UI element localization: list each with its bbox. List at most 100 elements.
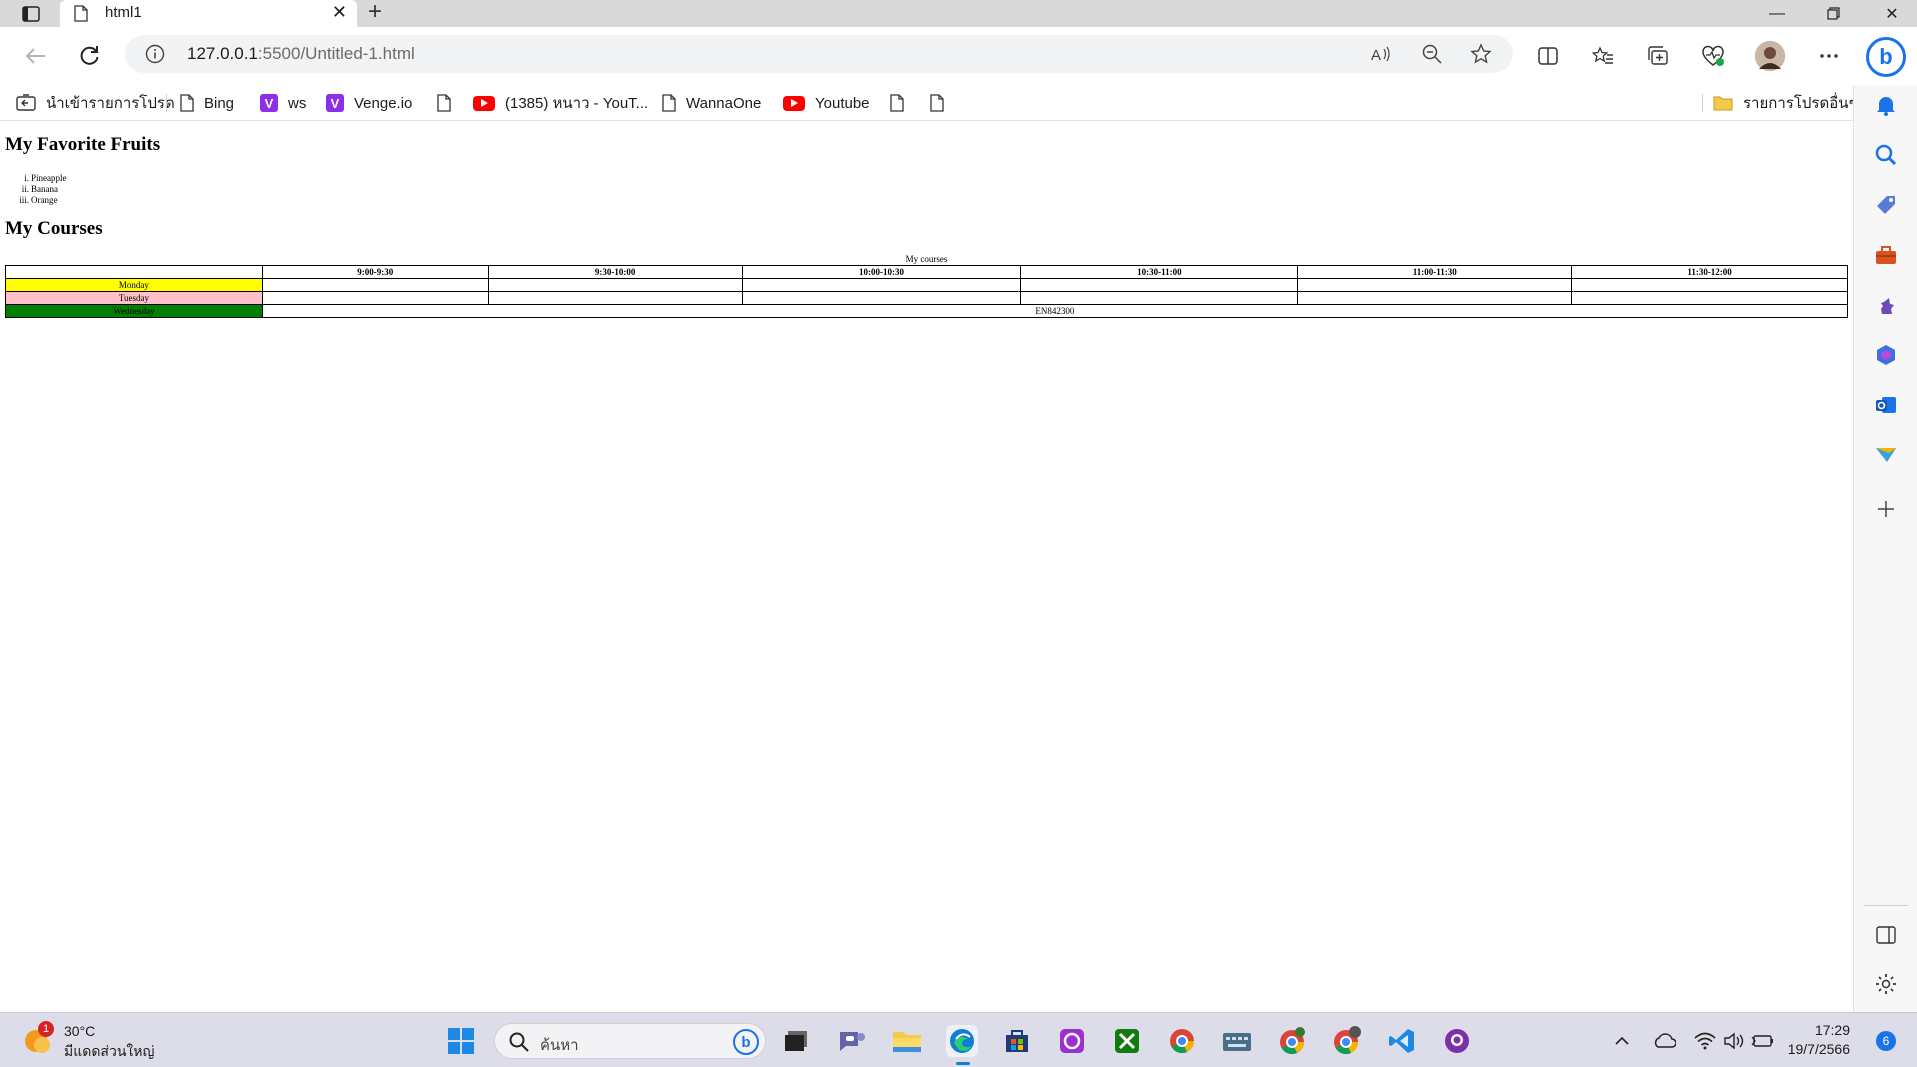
clock[interactable]: 17:29 19/7/2566 (1787, 1021, 1850, 1061)
table-corner-cell (5, 265, 263, 279)
notification-count-badge[interactable]: 6 (1876, 1031, 1896, 1051)
favorite-wannaone[interactable]: WannaOne (662, 91, 761, 115)
taskbar-search[interactable]: ค้นหา b (494, 1023, 766, 1059)
bing-copilot-icon[interactable]: b (1866, 37, 1906, 77)
microsoft-store-icon[interactable] (1001, 1025, 1033, 1057)
close-window-button[interactable]: ✕ (1867, 0, 1917, 27)
list-item: iii. Orange (18, 195, 67, 206)
folder-icon (1713, 95, 1733, 111)
favorite-venge[interactable]: V Venge.io (326, 91, 412, 115)
outlook-icon[interactable] (1872, 391, 1900, 419)
youtube-icon (783, 95, 805, 111)
favorite-label: Bing (204, 94, 235, 112)
volume-icon[interactable] (1721, 1025, 1747, 1057)
table-cell (261, 291, 489, 305)
hide-sidebar-icon[interactable] (1872, 921, 1900, 949)
table-row: Tuesday (5, 291, 1848, 305)
tools-briefcase-icon[interactable] (1872, 241, 1900, 269)
refresh-icon[interactable] (74, 41, 104, 71)
teams-chat-icon[interactable] (836, 1025, 868, 1057)
onedrive-cloud-icon[interactable] (1650, 1025, 1678, 1057)
address-bar[interactable]: 127.0.0.1:5500/Untitled-1.html A (125, 35, 1513, 73)
close-tab-icon[interactable]: ✕ (332, 2, 347, 23)
favorite-label: (1385) หนาว - YouT... (505, 95, 649, 112)
settings-gear-icon[interactable] (1872, 970, 1900, 998)
page-icon (662, 94, 676, 112)
restore-button[interactable] (1808, 0, 1858, 27)
favorite-youtube-song[interactable]: (1385) หนาว - YouT... (473, 91, 648, 115)
svg-text:A: A (1371, 47, 1381, 63)
url-text[interactable]: 127.0.0.1:5500/Untitled-1.html (187, 44, 415, 64)
temperature-text: 30°C (64, 1023, 96, 1039)
favorite-page[interactable] (437, 91, 461, 115)
table-cell (1020, 291, 1299, 305)
zoom-out-icon[interactable] (1421, 43, 1443, 65)
chevron-up-icon[interactable] (1610, 1025, 1634, 1057)
games-chess-icon[interactable] (1872, 291, 1900, 319)
drop-send-icon[interactable] (1872, 441, 1900, 469)
chrome-profile-icon-2[interactable] (1331, 1025, 1363, 1057)
file-explorer-icon[interactable] (891, 1025, 923, 1057)
windows-start-icon[interactable] (445, 1025, 477, 1057)
page-icon (437, 94, 451, 112)
battery-icon[interactable] (1750, 1025, 1776, 1057)
time-slot-header: 10:30-11:00 (1020, 265, 1299, 279)
proton-app-icon[interactable] (1056, 1025, 1088, 1057)
edge-browser-icon[interactable] (946, 1025, 978, 1065)
chrome-profile-icon[interactable] (1276, 1025, 1308, 1057)
add-sidebar-app-icon[interactable] (1872, 495, 1900, 523)
tab-actions-icon[interactable] (18, 3, 44, 25)
shopping-tag-icon[interactable] (1872, 191, 1900, 219)
microsoft-365-icon[interactable] (1872, 341, 1900, 369)
table-cell (487, 291, 743, 305)
other-favorites-folder[interactable]: รายการโปรดอื่นๆ (1713, 91, 1857, 115)
browser-essentials-icon[interactable] (1700, 43, 1726, 69)
read-aloud-icon[interactable]: A (1370, 43, 1392, 65)
clock-date: 19/7/2566 (1787, 1041, 1850, 1057)
back-arrow-icon[interactable] (20, 41, 50, 71)
favorites-list-icon[interactable] (1590, 43, 1616, 69)
time-slot-header: 9:30-10:00 (487, 265, 743, 279)
time-slot-header: 9:00-9:30 (261, 265, 489, 279)
table-cell (741, 291, 1022, 305)
v-icon: V (260, 94, 278, 112)
favorite-page-2[interactable] (890, 91, 914, 115)
screen: html1 ✕ + — ✕ 127.0.0.1:5500/Untitled-1.… (0, 0, 1917, 1067)
fruit-name: Banana (31, 184, 58, 194)
chrome-icon[interactable] (1166, 1025, 1198, 1057)
list-item: ii. Banana (18, 184, 67, 195)
profile-avatar[interactable] (1755, 41, 1785, 71)
search-icon (509, 1032, 529, 1052)
active-tab[interactable]: html1 ✕ (60, 0, 357, 27)
favorites-divider (166, 94, 167, 112)
more-options-icon[interactable] (1816, 43, 1842, 69)
xbox-icon[interactable] (1111, 1025, 1143, 1057)
notification-bell-icon[interactable] (1872, 91, 1900, 119)
new-tab-button[interactable]: + (368, 0, 382, 24)
info-icon[interactable] (145, 44, 165, 69)
weather-description: มีแดดส่วนใหญ่ (64, 1043, 155, 1059)
import-favorites-label: นำเข้ารายการโปรด (46, 95, 175, 112)
page-icon (180, 94, 194, 112)
table-cell (1297, 291, 1573, 305)
vscode-icon[interactable] (1386, 1025, 1418, 1057)
keyboard-app-icon[interactable] (1221, 1025, 1253, 1057)
minimize-button[interactable]: — (1752, 0, 1802, 27)
fruits-list: i. Pineapple ii. Banana iii. Orange (18, 173, 67, 206)
v-icon: V (326, 94, 344, 112)
wifi-icon[interactable] (1692, 1025, 1718, 1057)
favorite-page-3[interactable] (930, 91, 954, 115)
table-cell (487, 278, 743, 292)
page-icon (930, 94, 944, 112)
favorite-bing[interactable]: Bing (180, 91, 234, 115)
split-screen-icon[interactable] (1535, 43, 1561, 69)
favorite-youtube[interactable]: Youtube (783, 91, 870, 115)
table-row: Wednesday EN842300 (5, 304, 1849, 318)
collections-icon[interactable] (1645, 43, 1671, 69)
favorite-star-icon[interactable] (1470, 43, 1492, 65)
favorite-ws[interactable]: V ws (260, 91, 306, 115)
search-icon[interactable] (1872, 141, 1900, 169)
github-desktop-icon[interactable] (1441, 1025, 1473, 1057)
task-view-icon[interactable] (780, 1025, 812, 1057)
import-favorites[interactable]: นำเข้ารายการโปรด (16, 91, 175, 115)
